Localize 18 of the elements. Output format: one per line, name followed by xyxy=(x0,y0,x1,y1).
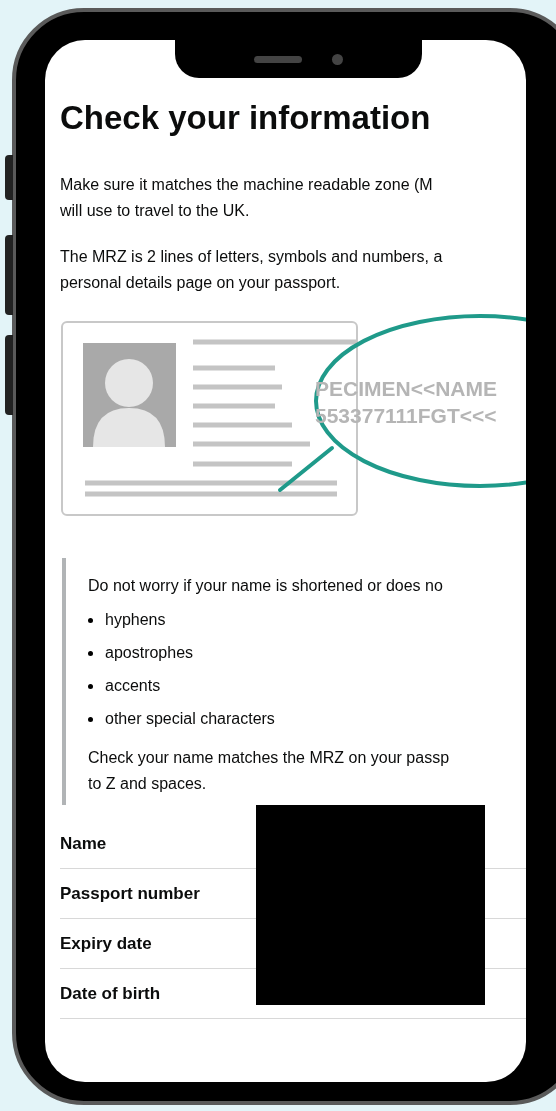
bullet-icon xyxy=(88,617,93,623)
bullet-item: apostrophes xyxy=(105,643,194,663)
bullet-item: hyphens xyxy=(105,610,166,630)
body-paragraph: Make sure it matches the machine readable zone (M will use to travel to the UK. xyxy=(60,175,433,221)
body-paragraph: The MRZ is 2 lines of letters, symbols and numbers, a personal details page on your passport. xyxy=(60,247,443,293)
bullet-icon xyxy=(88,650,93,656)
summary-label: Name xyxy=(60,832,107,855)
bullet-icon xyxy=(88,683,93,689)
inset-text: Check your name matches the MRZ on your passp to Z and spaces. xyxy=(88,748,450,794)
summary-label: Passport number xyxy=(60,882,200,905)
bullet-item: other special characters xyxy=(105,709,275,729)
summary-label: Date of birth xyxy=(60,982,161,1005)
inset-text: Do not worry if your name is shortened or does no xyxy=(88,576,443,596)
summary-label: Expiry date xyxy=(60,932,152,955)
bullet-icon xyxy=(88,716,93,722)
bullet-item: accents xyxy=(105,676,161,696)
page-heading: Check your information xyxy=(60,98,431,138)
speaker-grille xyxy=(254,55,302,63)
